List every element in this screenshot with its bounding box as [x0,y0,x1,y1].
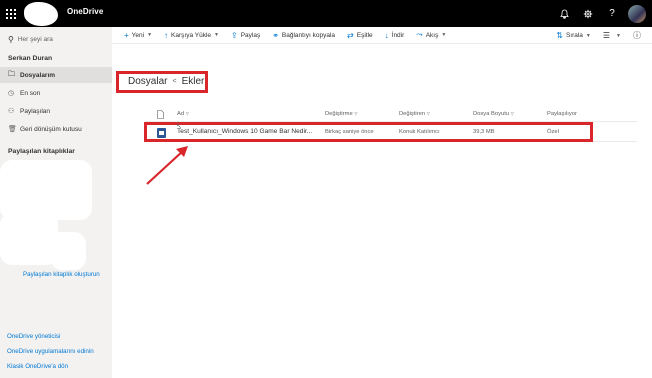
column-label: Dosya Boyutu [473,111,510,117]
help-icon[interactable]: ? [600,0,624,27]
copy-link-button[interactable]: ⚭ Bağlantıyı kopyala [272,31,335,40]
sort-icon: ⇅ [556,31,563,40]
avatar[interactable] [628,4,646,23]
file-type-icon[interactable] [157,110,164,121]
nav-item-label: Paylaşılan [20,107,50,115]
recycle-bin-icon: 🗑 [8,126,17,133]
breadcrumb-parent[interactable]: Dosyalar [128,76,167,87]
footer-link-admin[interactable]: OneDrive yöneticisi [7,333,60,340]
bell-icon[interactable] [552,0,576,27]
nav-item-my-files[interactable]: 🗀 Dosyalarım [0,67,112,83]
shared-libraries-heading: Paylaşılan kitaplıklar [8,148,75,155]
chevron-down-icon: ▼ [585,32,591,39]
upload-button[interactable]: ↑ Karşıya Yükle ▼ [164,31,219,40]
mouse-cursor-icon: ↖ [176,123,182,130]
nav-user-name: Serkan Duran [8,55,53,62]
breadcrumb: Dosyalar < Ekler [124,73,208,90]
download-button[interactable]: ↓ İndir [385,31,405,40]
chevron-down-icon: ▼ [214,32,219,38]
nav-item-label: En son [20,89,41,97]
waffle-icon[interactable] [0,0,22,27]
app-name[interactable]: OneDrive [67,7,103,16]
search-box[interactable]: ⚲ Her şeyi ara [8,35,53,44]
sync-label: Eşitle [356,31,373,39]
nav-item-label: Dosyalarım [20,71,56,79]
sort-button[interactable]: ⇅ Sırala ▼ [556,31,591,40]
chevron-left-icon: < [172,78,177,85]
column-header-modified-by[interactable]: Değiştiren ▽ [399,111,430,117]
sync-button[interactable]: ⇄ Eşitle [347,31,373,40]
search-icon: ⚲ [8,35,14,44]
create-shared-library-link[interactable]: Paylaşılan kitaplık oluşturun [23,271,100,278]
breadcrumb-current: Ekler [181,76,205,87]
share-icon: ⇪ [230,30,238,40]
footer-link-classic[interactable]: Klasik OneDrive'a dön [7,363,68,370]
info-icon: ⓘ [633,31,641,40]
chevron-down-icon: ▽ [354,111,358,116]
column-label: Değiştiren [399,111,426,117]
upload-label: Karşıya Yükle [171,31,212,39]
redacted-area [0,160,92,220]
clock-icon: ◷ [8,90,15,97]
column-label: Paylaşılıyor [547,111,577,117]
sort-label: Sırala [565,32,583,39]
share-label: Paylaş [240,31,261,39]
list-header: Ad ▽ Değiştirme ▽ Değiştiren ▽ Dosya Boy… [145,108,637,122]
view-options-button[interactable]: ☰ ▼ [603,31,621,40]
link-icon: ⚭ [272,30,279,40]
nav-item-label: Geri dönüşüm kutusu [20,125,82,133]
search-placeholder: Her şeyi ara [17,36,53,43]
nav-item-shared[interactable]: ⚇ Paylaşılan [0,103,112,119]
column-label: Değiştirme [325,111,353,117]
command-bar: + Yeni ▼ ↑ Karşıya Yükle ▼ ⇪ Paylaş ⚭ Ba… [112,27,652,44]
flow-button[interactable]: ⤳ Akış ▼ [416,30,446,40]
suite-header: OneDrive ? [0,0,652,27]
new-button[interactable]: + Yeni ▼ [124,31,152,40]
footer-link-get-apps[interactable]: OneDrive uygulamalarını edinin [7,348,94,355]
column-header-sharing[interactable]: Paylaşılıyor [547,111,577,117]
highlight-box-file-row [144,122,593,142]
chevron-down-icon: ▼ [616,32,621,39]
left-nav: ⚲ Her şeyi ara Serkan Duran 🗀 Dosyalarım… [0,27,112,378]
nav-item-recent[interactable]: ◷ En son [0,85,112,101]
new-label: Yeni [131,31,145,39]
share-button[interactable]: ⇪ Paylaş [231,31,260,40]
people-icon: ⚇ [8,108,15,115]
flow-label: Akış [425,31,439,39]
sync-icon: ⇄ [347,30,354,40]
chevron-down-icon: ▽ [185,111,189,116]
plus-icon: + [124,30,129,40]
column-header-modified[interactable]: Değiştirme ▽ [325,111,357,117]
copy-link-label: Bağlantıyı kopyala [281,31,336,39]
gear-icon[interactable] [576,0,600,27]
flow-icon: ⤳ [416,30,423,39]
column-header-file-size[interactable]: Dosya Boyutu ▽ [473,111,514,117]
column-header-name[interactable]: Ad ▽ [177,111,189,117]
chevron-down-icon: ▼ [441,32,447,38]
download-icon: ↓ [384,30,389,40]
download-label: İndir [391,31,405,39]
redacted-logo [24,2,58,26]
chevron-down-icon: ▽ [426,111,430,116]
folder-icon: 🗀 [8,70,15,78]
arrow-annotation-icon [146,146,188,185]
redacted-area [50,232,86,270]
nav-item-recycle-bin[interactable]: 🗑 Geri dönüşüm kutusu [0,121,112,137]
column-label: Ad [177,111,185,117]
list-view-icon: ☰ [602,31,611,40]
chevron-down-icon: ▽ [510,111,514,116]
chevron-down-icon: ▼ [147,32,153,38]
info-button[interactable]: ⓘ [633,30,644,41]
upload-icon: ↑ [164,30,169,40]
